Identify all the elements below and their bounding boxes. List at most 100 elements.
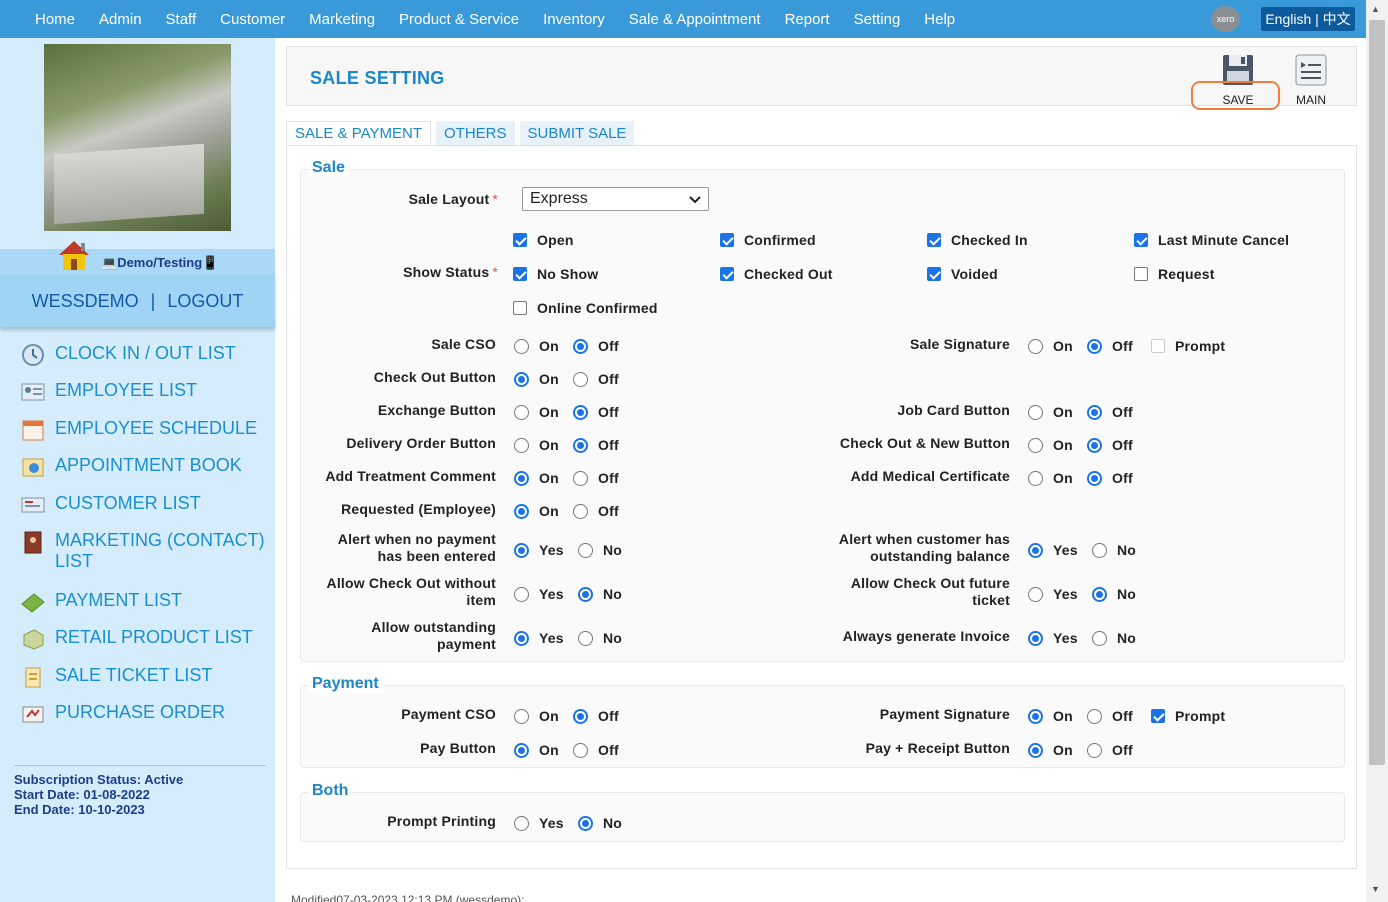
status-checked-out-checkbox[interactable]: Checked Out	[720, 266, 833, 282]
sidebar-item-clock-in-out[interactable]: CLOCK IN / OUT LIST	[0, 343, 236, 367]
page-scrollbar[interactable]: ▲ ▼	[1366, 0, 1388, 902]
radio-selected[interactable]	[514, 470, 529, 486]
tab-others[interactable]: OTHERS	[435, 121, 515, 145]
radio-unselected[interactable]	[514, 404, 529, 420]
checkbox-checked[interactable]	[720, 267, 734, 281]
alert-outstanding-balance-yes[interactable]: Yes	[1028, 542, 1078, 558]
checkbox-checked[interactable]	[927, 233, 941, 247]
nav-product-service[interactable]: Product & Service	[387, 11, 531, 28]
checkbox-checked[interactable]	[513, 267, 527, 281]
allow-check-out-without-item-yes[interactable]: Yes	[514, 586, 564, 602]
radio-unselected[interactable]	[514, 586, 529, 602]
add-treatment-comment-off[interactable]: Off	[573, 470, 619, 486]
allow-outstanding-payment-yes[interactable]: Yes	[514, 630, 564, 646]
status-voided-checkbox[interactable]: Voided	[927, 266, 998, 282]
radio-selected[interactable]	[1028, 630, 1043, 646]
scrollbar-thumb[interactable]	[1369, 20, 1385, 765]
payment-signature-prompt[interactable]: Prompt	[1151, 708, 1225, 724]
exchange-button-on[interactable]: On	[514, 404, 559, 420]
tab-sale-payment[interactable]: SALE & PAYMENT	[286, 121, 431, 145]
checkbox-checked[interactable]	[927, 267, 941, 281]
radio-selected[interactable]	[1087, 437, 1102, 453]
checkbox-checked[interactable]	[1151, 709, 1165, 723]
radio-unselected[interactable]	[578, 542, 593, 558]
radio-selected[interactable]	[573, 338, 588, 354]
delivery-order-button-on[interactable]: On	[514, 437, 559, 453]
checkbox-unchecked[interactable]	[1134, 267, 1148, 281]
radio-selected[interactable]	[573, 437, 588, 453]
radio-selected[interactable]	[514, 742, 529, 758]
radio-selected[interactable]	[1028, 742, 1043, 758]
nav-setting[interactable]: Setting	[842, 11, 913, 28]
radio-unselected[interactable]	[1092, 630, 1107, 646]
payment-signature-on[interactable]: On	[1028, 708, 1073, 724]
nav-customer[interactable]: Customer	[208, 11, 297, 28]
allow-check-out-future-ticket-yes[interactable]: Yes	[1028, 586, 1078, 602]
pay-receipt-button-on[interactable]: On	[1028, 742, 1073, 758]
radio-selected[interactable]	[514, 630, 529, 646]
sidebar-item-customer-list[interactable]: CUSTOMER LIST	[0, 493, 201, 517]
radio-unselected[interactable]	[573, 503, 588, 519]
prompt-printing-yes[interactable]: Yes	[514, 815, 564, 831]
language-switch[interactable]: English | 中文	[1261, 7, 1355, 31]
add-treatment-comment-on[interactable]: On	[514, 470, 559, 486]
radio-selected[interactable]	[514, 371, 529, 387]
scroll-up-icon[interactable]: ▲	[1371, 4, 1380, 14]
checkbox-checked[interactable]	[1134, 233, 1148, 247]
check-out-new-button-on[interactable]: On	[1028, 437, 1073, 453]
pay-receipt-button-off[interactable]: Off	[1087, 742, 1133, 758]
check-out-button-off[interactable]: Off	[573, 371, 619, 387]
delivery-order-button-off[interactable]: Off	[573, 437, 619, 453]
radio-selected[interactable]	[578, 586, 593, 602]
radio-unselected[interactable]	[1028, 338, 1043, 354]
radio-selected[interactable]	[514, 503, 529, 519]
scroll-down-icon[interactable]: ▼	[1371, 884, 1380, 894]
nav-report[interactable]: Report	[773, 11, 842, 28]
alert-outstanding-balance-no[interactable]: No	[1092, 542, 1136, 558]
sale-cso-off[interactable]: Off	[573, 338, 619, 354]
radio-selected[interactable]	[1087, 338, 1102, 354]
radio-selected[interactable]	[1028, 542, 1043, 558]
checkbox-unchecked[interactable]	[1151, 339, 1165, 353]
status-request-checkbox[interactable]: Request	[1134, 266, 1215, 282]
sale-layout-select[interactable]: Express	[522, 187, 709, 211]
check-out-button-on[interactable]: On	[514, 371, 559, 387]
nav-staff[interactable]: Staff	[154, 11, 209, 28]
radio-selected[interactable]	[1092, 586, 1107, 602]
nav-home[interactable]: Home	[0, 11, 87, 28]
alert-no-payment-no[interactable]: No	[578, 542, 622, 558]
radio-selected[interactable]	[1028, 708, 1043, 724]
status-last-minute-cancel-checkbox[interactable]: Last Minute Cancel	[1134, 232, 1289, 248]
status-confirmed-checkbox[interactable]: Confirmed	[720, 232, 816, 248]
status-open-checkbox[interactable]: Open	[513, 232, 574, 248]
always-generate-invoice-yes[interactable]: Yes	[1028, 630, 1078, 646]
xero-icon[interactable]: xero	[1211, 6, 1240, 32]
sidebar-item-employee-list[interactable]: EMPLOYEE LIST	[0, 380, 197, 404]
payment-cso-on[interactable]: On	[514, 708, 559, 724]
radio-unselected[interactable]	[1092, 542, 1107, 558]
logout-link[interactable]: LOGOUT	[167, 291, 243, 312]
sale-signature-on[interactable]: On	[1028, 338, 1073, 354]
status-no-show-checkbox[interactable]: No Show	[513, 266, 598, 282]
radio-unselected[interactable]	[1087, 708, 1102, 724]
nav-admin[interactable]: Admin	[87, 11, 154, 28]
radio-selected[interactable]	[514, 542, 529, 558]
radio-unselected[interactable]	[514, 815, 529, 831]
allow-check-out-without-item-no[interactable]: No	[578, 586, 622, 602]
radio-unselected[interactable]	[1028, 470, 1043, 486]
check-out-new-button-off[interactable]: Off	[1087, 437, 1133, 453]
radio-unselected[interactable]	[1028, 404, 1043, 420]
radio-selected[interactable]	[573, 404, 588, 420]
prompt-printing-no[interactable]: No	[578, 815, 622, 831]
radio-unselected[interactable]	[573, 470, 588, 486]
always-generate-invoice-no[interactable]: No	[1092, 630, 1136, 646]
sidebar-item-appointment-book[interactable]: APPOINTMENT BOOK	[0, 455, 242, 479]
main-button[interactable]: MAIN	[1288, 53, 1334, 107]
pay-button-on[interactable]: On	[514, 742, 559, 758]
tab-submit-sale[interactable]: SUBMIT SALE	[519, 121, 635, 145]
status-online-confirmed-checkbox[interactable]: Online Confirmed	[513, 300, 658, 316]
nav-help[interactable]: Help	[912, 11, 967, 28]
house-icon[interactable]	[55, 237, 93, 271]
username-link[interactable]: WESSDEMO	[32, 291, 139, 312]
sidebar-item-marketing-contact[interactable]: MARKETING (CONTACT) LIST	[0, 530, 265, 572]
